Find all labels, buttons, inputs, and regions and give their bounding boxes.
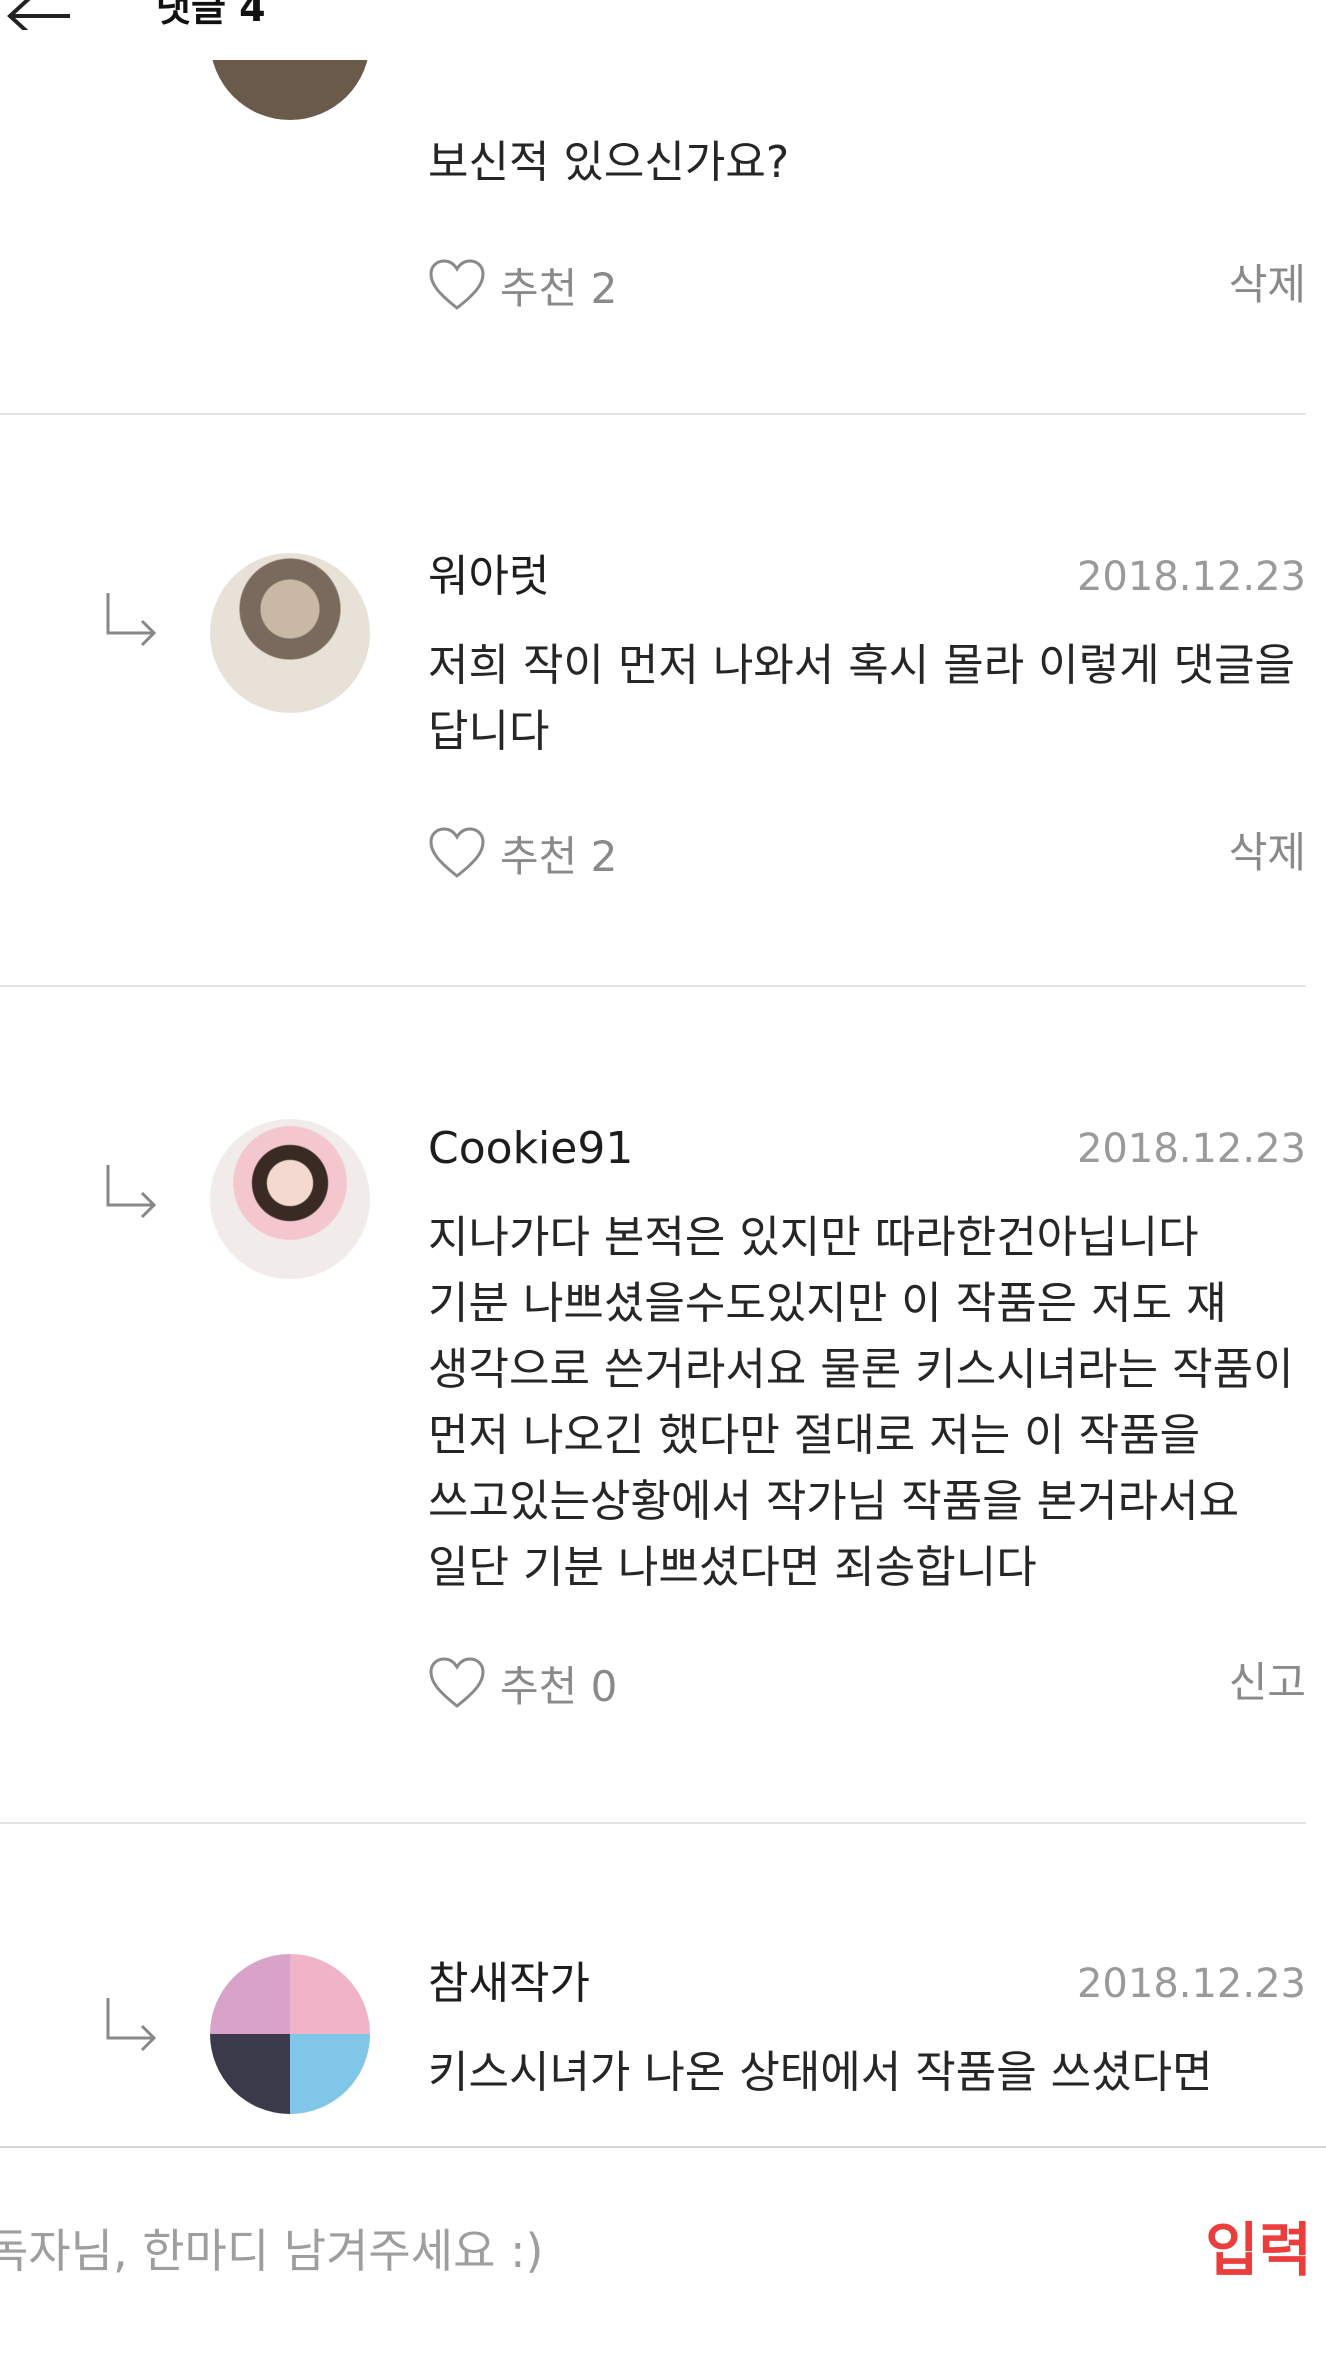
- comment-text: 저희 작이 먼저 나와서 혹시 몰라 이렇게 댓글을 답니다: [428, 640, 1296, 757]
- comment-date: 2018.12.23: [1076, 1961, 1306, 2007]
- like-count: 추천 2: [500, 263, 618, 313]
- arrow-left-icon[interactable]: [0, 0, 80, 40]
- divider: [0, 413, 1306, 415]
- comment-text: 보신적 있으신가요?: [428, 137, 790, 188]
- comment-author[interactable]: 워아럿: [428, 549, 549, 605]
- like-count: 추천 0: [500, 1661, 618, 1711]
- avatar[interactable]: [210, 1119, 370, 1279]
- delete-button[interactable]: 삭제: [1229, 823, 1306, 883]
- divider: [0, 1822, 1306, 1824]
- comment-input[interactable]: [0, 2203, 1146, 2299]
- comment-text: 지나가다 본적은 있지만 따라한건아닙니다 기분 나쁘셨을수도있지만 이 작품은…: [428, 1212, 1294, 1593]
- page-title: 댓글 4: [156, 0, 266, 30]
- comment-list[interactable]: 보신적 있으신가요? 추천 2 삭제 워아럿 2018.12.23 저희 작이 …: [0, 0, 1326, 2146]
- comment-input-bar: 입력: [0, 2146, 1326, 2360]
- comment-author[interactable]: Cookie91: [428, 1121, 633, 1177]
- heart-icon: [429, 1657, 485, 1708]
- report-button[interactable]: 신고: [1229, 1653, 1306, 1713]
- avatar[interactable]: [210, 1954, 370, 2114]
- reply-arrow-icon: [98, 1159, 162, 1223]
- like-button[interactable]: 추천 2: [428, 255, 617, 315]
- like-count: 추천 2: [500, 831, 618, 881]
- reply-arrow-icon: [98, 587, 162, 651]
- comment-date: 2018.12.23: [1076, 554, 1306, 600]
- submit-button[interactable]: 입력: [1205, 2210, 1312, 2290]
- heart-icon: [429, 827, 485, 878]
- delete-button[interactable]: 삭제: [1229, 255, 1306, 315]
- comment-date: 2018.12.23: [1076, 1126, 1306, 1172]
- divider: [0, 985, 1306, 987]
- heart-icon: [429, 259, 485, 310]
- avatar[interactable]: [210, 553, 370, 713]
- like-button[interactable]: 추천 2: [428, 823, 617, 883]
- like-button[interactable]: 추천 0: [428, 1653, 617, 1713]
- reply-arrow-icon: [98, 1992, 162, 2056]
- comment-author[interactable]: 참새작가: [428, 1956, 590, 2012]
- comment-text: 키스시녀가 나온 상태에서 작품을 쓰셨다면: [428, 2047, 1213, 2098]
- top-bar: 댓글 4: [0, 0, 1326, 60]
